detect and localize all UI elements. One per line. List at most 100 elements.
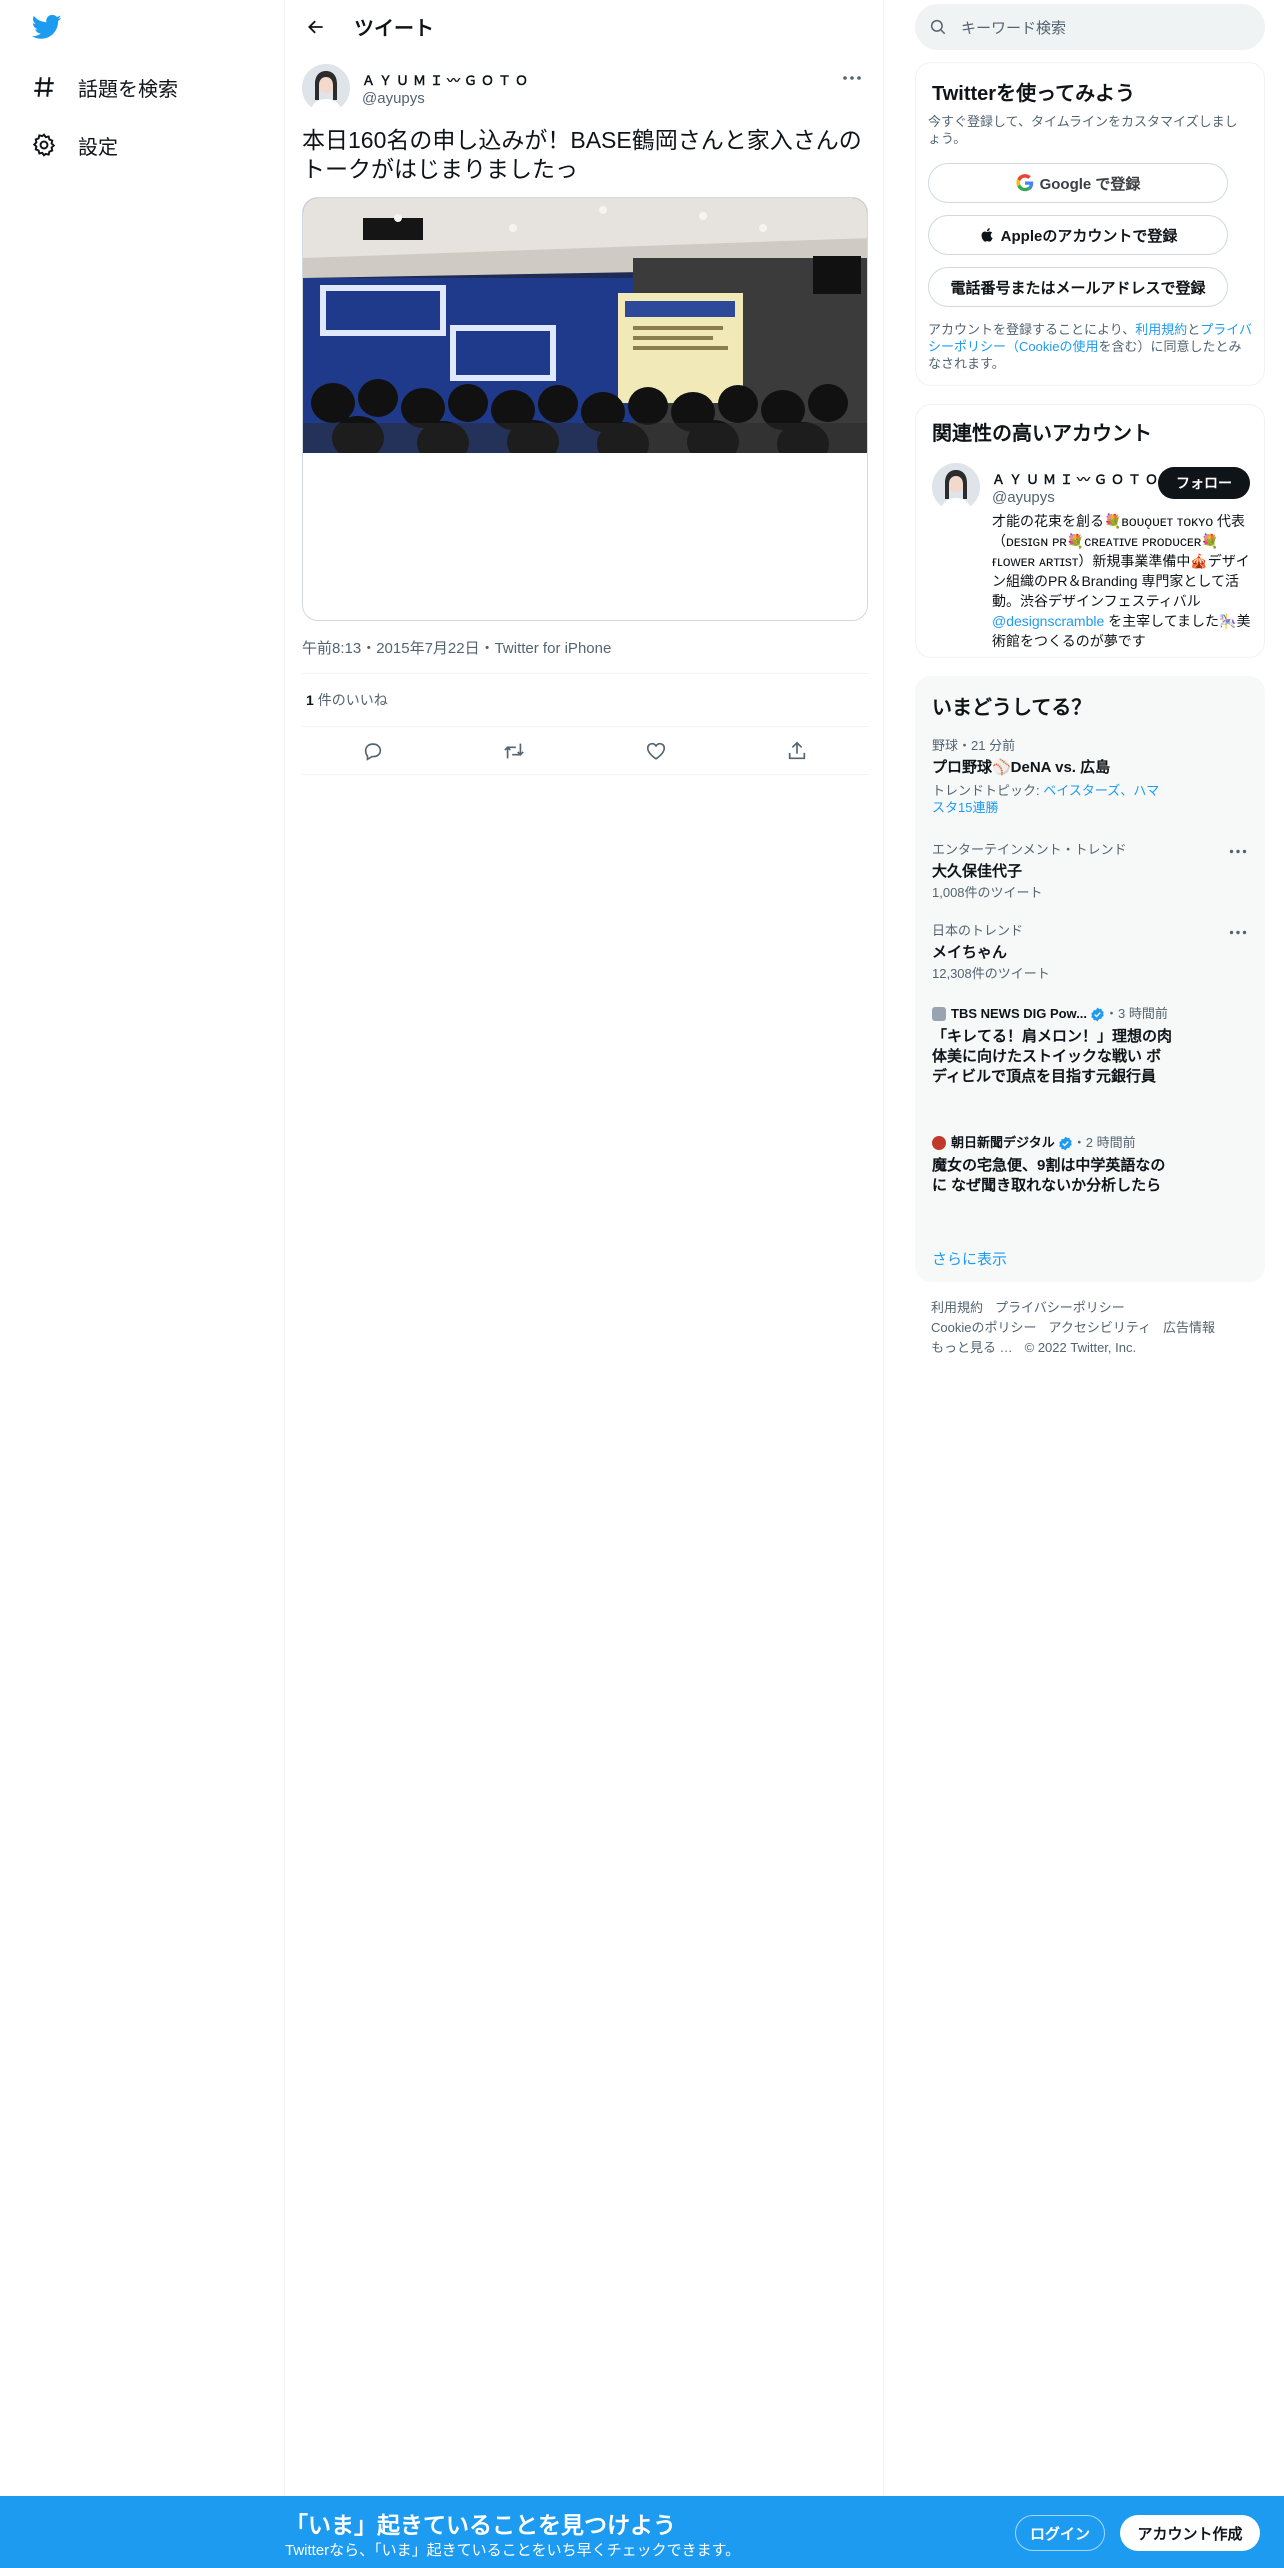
related-account-bio: 才能の花束を創る💐ʙᴏᴜǫᴜᴇᴛ ᴛᴏᴋʏᴏ 代表（ᴅᴇsɪɢɴ ᴘʀ💐ᴄʀᴇᴀ… <box>992 511 1252 651</box>
google-signup-label: Google で登録 <box>1039 175 1141 193</box>
phone-email-signup-label: 電話番号またはメールアドレスで登録 <box>950 279 1206 297</box>
trend-item[interactable]: 日本のトレンド メイちゃん 12,308件のツイート <box>932 922 1250 983</box>
nav-item-label: 話題を検索 <box>78 78 178 101</box>
tweet-timestamp[interactable]: 午前8:13・2015年7月22日・Twitter for iPhone <box>302 637 611 658</box>
more-options-icon[interactable] <box>836 66 868 90</box>
page-title: ツイート <box>354 18 434 40</box>
footer-link[interactable]: プライバシーポリシー <box>995 1300 1125 1315</box>
signup-subtitle: 今すぐ登録して、タイムラインをカスタマイズしましょう。 <box>928 114 1238 146</box>
trend-title: プロ野球⚾DeNA vs. 広島 <box>932 759 1111 776</box>
footer-link[interactable]: 広告情報 <box>1163 1320 1215 1335</box>
footer-link[interactable]: Cookieのポリシー <box>931 1320 1036 1335</box>
footer-link[interactable]: もっと見る … <box>931 1340 1013 1355</box>
signup-banner: 「いま」起きていることを見つけよう Twitterなら、「いま」起きていることを… <box>0 2496 1284 2568</box>
tweet-media[interactable] <box>302 197 868 621</box>
apple-signup-label: Appleのアカウントで登録 <box>1000 227 1178 245</box>
tweet-author: ＡＹＵＭＩ〰ＧＯＴＯ @ayupys <box>302 62 868 112</box>
main-header: ツイート <box>286 0 884 53</box>
trends-panel: いまどうしてる？ 野球・21 分前 プロ野球⚾DeNA vs. 広島 トレンドト… <box>915 676 1265 1282</box>
show-more-link[interactable]: さらに表示 <box>932 1248 1007 1269</box>
verified-badge-icon <box>1058 1136 1073 1151</box>
related-accounts-panel: 関連性の高いアカウント ＡＹＵＭＩ〰ＧＯＴＯ @ayupys フォロー 才能の花… <box>915 404 1265 658</box>
search-input[interactable]: キーワード検索 <box>915 4 1265 50</box>
trend-topics-label: トレンドトピック: <box>932 783 1044 798</box>
main-column: ツイート ＡＹＵＭＩ〰ＧＯＴＯ @ayupys 本日160名の申し込みが！BAS… <box>286 0 884 2496</box>
hashtag-icon <box>30 73 58 101</box>
news-time: ・3 時間前 <box>1105 1006 1168 1021</box>
search-icon <box>915 18 961 36</box>
phone-email-signup-button[interactable]: 電話番号またはメールアドレスで登録 <box>928 267 1228 307</box>
avatar[interactable] <box>302 64 350 112</box>
bio-mention-link[interactable]: @designscramble <box>992 613 1104 629</box>
trend-context: 日本のトレンド <box>932 923 1024 938</box>
more-options-icon[interactable] <box>1226 922 1250 942</box>
author-handle[interactable]: @ayupys <box>362 90 425 107</box>
news-source-logo-icon <box>932 1007 946 1021</box>
share-icon[interactable] <box>778 732 816 770</box>
apple-signup-button[interactable]: Appleのアカウントで登録 <box>928 215 1228 255</box>
trend-item[interactable]: 野球・21 分前 プロ野球⚾DeNA vs. 広島 トレンドトピック: ベイスタ… <box>932 737 1250 816</box>
bio-text: 才能の花束を創る💐ʙᴏᴜǫᴜᴇᴛ ᴛᴏᴋʏᴏ 代表（ᴅᴇsɪɢɴ ᴘʀ💐ᴄʀᴇᴀ… <box>992 513 1250 609</box>
news-title: 「キレてる！肩メロン！」理想の肉体美に向けたストイックな戦い ボディビルで頂点を… <box>932 1028 1173 1085</box>
news-item[interactable]: 朝日新聞デジタル ・2 時間前 魔女の宅急便、9割は中学英語なのに なぜ聞き取れ… <box>932 1134 1250 1196</box>
verified-badge-icon <box>1090 1007 1105 1022</box>
signup-panel: Twitterを使ってみよう 今すぐ登録して、タイムラインをカスタマイズしましょ… <box>915 62 1265 386</box>
retweet-icon[interactable] <box>495 732 533 770</box>
google-signup-button[interactable]: Google で登録 <box>928 163 1228 203</box>
nav-item-settings[interactable]: 設定 <box>30 117 118 173</box>
trend-title: 大久保佳代子 <box>932 863 1023 880</box>
follow-button[interactable]: フォロー <box>1158 467 1250 499</box>
right-sidebar: キーワード検索 Twitterを使ってみよう 今すぐ登録して、タイムラインをカス… <box>915 0 1265 2496</box>
divider <box>302 774 868 775</box>
news-source-logo-icon <box>932 1136 946 1150</box>
terms-prefix: アカウントを登録することにより、 <box>928 322 1136 337</box>
trend-topics: トレンドトピック: ベイスターズ、ハマスタ15連勝 <box>932 782 1172 816</box>
back-arrow-icon[interactable] <box>298 9 334 45</box>
like-heart-icon[interactable] <box>637 732 675 770</box>
login-button[interactable]: ログイン <box>1015 2515 1105 2551</box>
footer-link[interactable]: 利用規約 <box>931 1300 983 1315</box>
trend-item[interactable]: エンターテインメント・トレンド 大久保佳代子 1,008件のツイート <box>932 841 1250 902</box>
nav-item-explore[interactable]: 話題を検索 <box>30 59 178 115</box>
avatar[interactable] <box>932 463 980 511</box>
news-source-name: 朝日新聞デジタル <box>951 1135 1055 1150</box>
like-count-value: 1 <box>306 692 314 708</box>
like-count-label: 件のいいね <box>317 692 388 708</box>
trend-title: メイちゃん <box>932 944 1008 961</box>
news-source: 朝日新聞デジタル ・2 時間前 <box>932 1134 1250 1152</box>
related-account-handle[interactable]: @ayupys <box>992 489 1055 506</box>
reply-icon[interactable] <box>354 732 392 770</box>
news-item[interactable]: TBS NEWS DIG Pow... ・3 時間前 「キレてる！肩メロン！」理… <box>932 1005 1250 1087</box>
tweet-photo <box>303 198 867 453</box>
copyright: © 2022 Twitter, Inc. <box>1024 1340 1137 1355</box>
divider <box>302 726 868 727</box>
author-name[interactable]: ＡＹＵＭＩ〰ＧＯＴＯ <box>362 70 532 89</box>
gear-icon <box>30 131 58 159</box>
news-title: 魔女の宅急便、9割は中学英語なのに なぜ聞き取れないか分析したら <box>932 1157 1166 1194</box>
trend-context: エンターテインメント・トレンド <box>932 842 1127 857</box>
trend-count: 12,308件のツイート <box>932 966 1050 981</box>
banner-subtitle: Twitterなら、「いま」起きていることをいち早くチェックできます。 <box>285 2542 741 2559</box>
signup-terms: アカウントを登録することにより、利用規約とプライバシーポリシー（Cookieの使… <box>928 321 1254 372</box>
google-icon <box>1016 174 1034 192</box>
create-account-button[interactable]: アカウント作成 <box>1120 2515 1260 2551</box>
tweet-actions <box>302 732 868 770</box>
footer-links: 利用規約 プライバシーポリシー Cookieのポリシー アクセシビリティ 広告情報 も… <box>931 1298 1261 1358</box>
likes-count[interactable]: 1 件のいいね <box>306 690 388 710</box>
news-time: ・2 時間前 <box>1072 1135 1136 1150</box>
more-options-icon[interactable] <box>1226 841 1250 861</box>
nav-item-label: 設定 <box>78 136 118 159</box>
apple-icon <box>979 226 995 244</box>
terms-link[interactable]: 利用規約 <box>1135 322 1187 337</box>
search-placeholder: キーワード検索 <box>961 19 1067 37</box>
related-panel-title: 関連性の高いアカウント <box>932 423 1152 445</box>
trend-context: 野球・21 分前 <box>932 738 1016 753</box>
twitter-bird-icon[interactable] <box>30 12 66 44</box>
terms-and: と <box>1187 322 1201 337</box>
left-navigation: 話題を検索 設定 <box>0 0 285 2496</box>
related-account-name[interactable]: ＡＹＵＭＩ〰ＧＯＴＯ <box>992 469 1162 488</box>
trends-panel-title: いまどうしてる？ <box>932 697 1092 719</box>
tweet-text: 本日160名の申し込みが！BASE鶴岡さんと家入さんのトークがはじまりましたっ <box>302 127 862 182</box>
footer-link[interactable]: アクセシビリティ <box>1048 1320 1151 1335</box>
trend-count: 1,008件のツイート <box>932 885 1043 900</box>
